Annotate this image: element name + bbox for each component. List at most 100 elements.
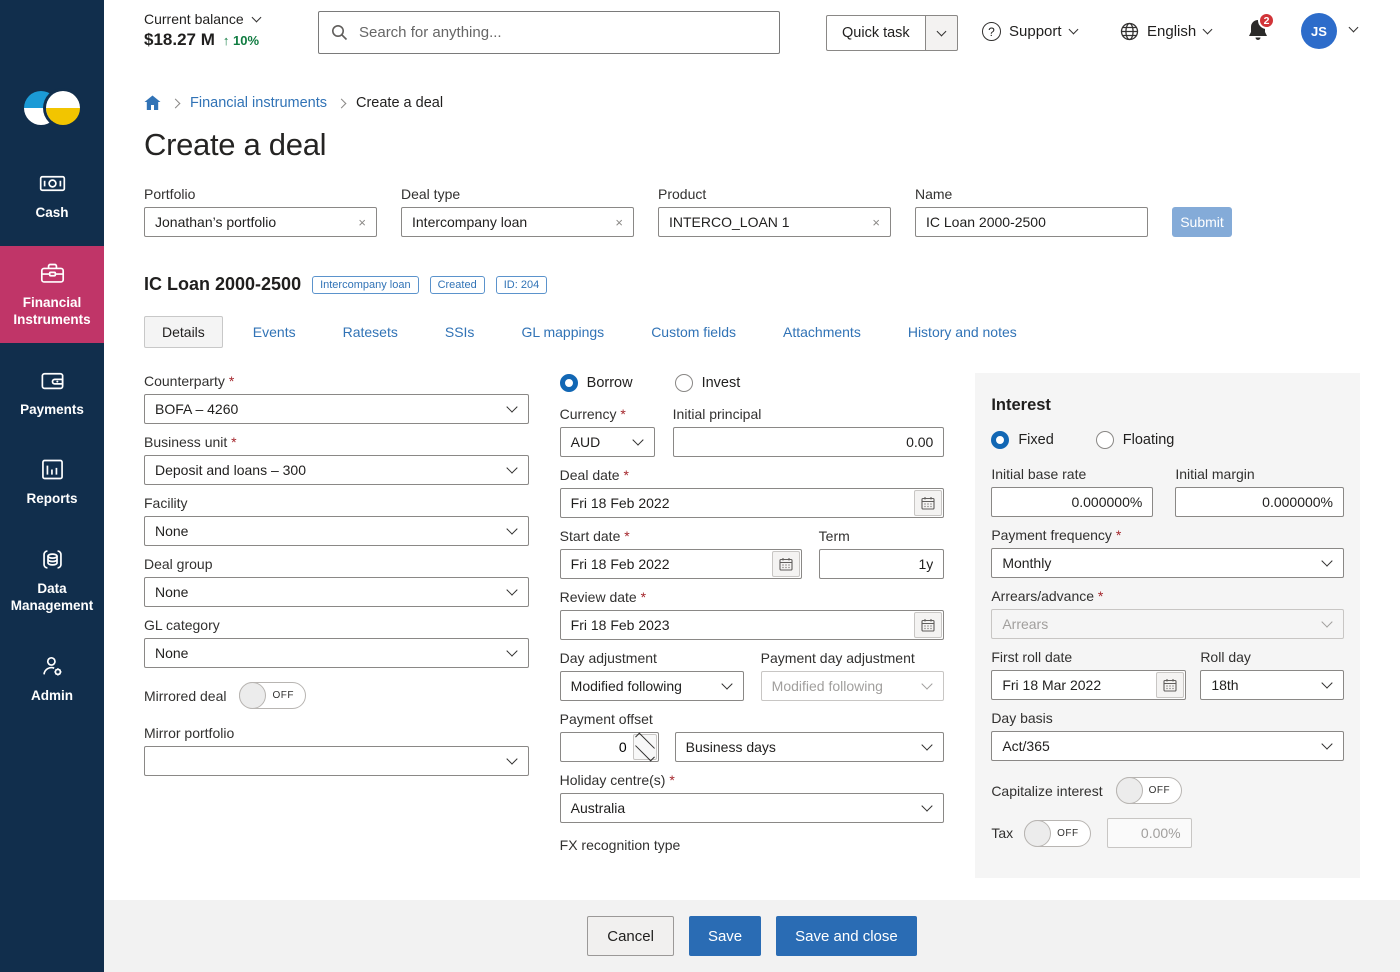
sidebar-nav: Cash Financial Instruments Payments Repo… [0, 156, 104, 718]
cancel-button[interactable]: Cancel [587, 916, 674, 956]
deal-title: IC Loan 2000-2500 [144, 274, 301, 295]
review-date-field: Fri 18 Feb 2023 [560, 610, 945, 640]
deal-date-value[interactable]: Fri 18 Feb 2022 [561, 495, 915, 511]
first-roll-date-value[interactable]: Fri 18 Mar 2022 [992, 677, 1156, 693]
day-basis-select[interactable]: Act/365 [991, 731, 1344, 761]
mirror-portfolio-label: Mirror portfolio [144, 725, 529, 741]
deal-type-combo[interactable]: Intercompany loan [401, 207, 634, 237]
currency-select[interactable]: AUD [560, 427, 655, 457]
payment-day-adjustment-value: Modified following [772, 678, 883, 694]
tab-attachments[interactable]: Attachments [766, 317, 878, 347]
tab-ratesets[interactable]: Ratesets [326, 317, 415, 347]
invest-label: Invest [702, 375, 741, 391]
sidebar-item-label: Financial Instruments [2, 294, 102, 329]
sidebar-item-reports[interactable]: Reports [0, 442, 104, 522]
tax-toggle[interactable]: OFF [1024, 820, 1091, 847]
payment-day-adjustment-select: Modified following [761, 671, 945, 701]
name-input[interactable] [915, 207, 1148, 237]
sidebar-item-data-management[interactable]: Data Management [0, 532, 104, 629]
sidebar-item-cash[interactable]: Cash [0, 156, 104, 236]
tab-details[interactable]: Details [144, 316, 223, 348]
invest-radio[interactable] [675, 374, 693, 392]
status-badge: Created [430, 276, 485, 294]
search-input[interactable] [318, 11, 780, 54]
facility-label: Facility [144, 495, 529, 511]
avatar[interactable]: JS [1301, 13, 1337, 49]
term-input[interactable] [819, 549, 945, 579]
interest-panel: Interest Fixed Floating Initial base rat… [975, 373, 1360, 878]
save-button[interactable]: Save [689, 916, 761, 956]
toggle-knob [1116, 777, 1143, 804]
calendar-icon [921, 618, 935, 632]
balance-dropdown[interactable]: Current balance [144, 11, 260, 27]
breadcrumb-separator-icon [337, 98, 347, 108]
sidebar-item-admin[interactable]: Admin [0, 639, 104, 719]
calendar-button[interactable] [772, 551, 800, 577]
business-unit-select[interactable]: Deposit and loans – 300 [144, 455, 529, 485]
payment-frequency-select[interactable]: Monthly [991, 548, 1344, 578]
mirror-portfolio-select[interactable] [144, 746, 529, 776]
save-and-close-button[interactable]: Save and close [776, 916, 917, 956]
start-date-value[interactable]: Fri 18 Feb 2022 [561, 556, 772, 572]
language-menu[interactable]: English [1120, 22, 1211, 41]
notifications-button[interactable]: 2 [1246, 18, 1270, 44]
submit-button[interactable]: Submit [1172, 207, 1232, 237]
chevron-down-icon [506, 401, 517, 412]
counterparty-select[interactable]: BOFA – 4260 [144, 394, 529, 424]
clear-x-icon[interactable] [613, 215, 625, 230]
page-title: Create a deal [144, 127, 1360, 163]
sidebar-item-financial-instruments[interactable]: Financial Instruments [0, 246, 104, 343]
initial-principal-input[interactable] [673, 427, 945, 457]
sidebar: Cash Financial Instruments Payments Repo… [0, 0, 104, 972]
holiday-centres-select[interactable]: Australia [560, 793, 945, 823]
borrow-radio[interactable] [560, 374, 578, 392]
tab-gl-mappings[interactable]: GL mappings [504, 317, 621, 347]
tab-ssis[interactable]: SSIs [428, 317, 492, 347]
holiday-centres-label: Holiday centre(s) [560, 772, 945, 788]
roll-day-select[interactable]: 18th [1200, 670, 1344, 700]
day-adjustment-label: Day adjustment [560, 650, 744, 666]
fixed-radio[interactable] [991, 431, 1009, 449]
quick-task-dropdown[interactable] [926, 15, 958, 51]
review-date-value[interactable]: Fri 18 Feb 2023 [561, 617, 915, 633]
chevron-down-icon [251, 12, 261, 22]
sidebar-item-label: Data Management [2, 580, 102, 615]
avatar-initials: JS [1311, 24, 1327, 39]
tab-history-and-notes[interactable]: History and notes [891, 317, 1034, 347]
floating-radio[interactable] [1096, 431, 1114, 449]
payment-frequency-value: Monthly [1002, 555, 1051, 571]
calendar-button[interactable] [914, 612, 942, 638]
chevron-down-icon [1203, 25, 1213, 35]
quick-task-button[interactable]: Quick task [826, 15, 926, 51]
profile-menu-chevron-icon[interactable] [1349, 23, 1359, 33]
tab-custom-fields[interactable]: Custom fields [634, 317, 753, 347]
capitalize-interest-toggle[interactable]: OFF [1116, 777, 1183, 804]
gl-category-select[interactable]: None [144, 638, 529, 668]
calendar-button[interactable] [1156, 672, 1184, 698]
product-combo[interactable]: INTERCO_LOAN 1 [658, 207, 891, 237]
breadcrumb-link-financial-instruments[interactable]: Financial instruments [190, 95, 327, 111]
global-search [318, 11, 780, 54]
roll-day-value: 18th [1211, 677, 1238, 693]
deal-group-select[interactable]: None [144, 577, 529, 607]
day-adjustment-select[interactable]: Modified following [560, 671, 744, 701]
sidebar-item-label: Payments [20, 401, 84, 419]
portfolio-combo[interactable]: Jonathan’s portfolio [144, 207, 377, 237]
initial-base-rate-input[interactable] [991, 487, 1153, 517]
clear-x-icon[interactable] [356, 215, 368, 230]
support-menu[interactable]: ? Support [982, 22, 1077, 41]
initial-margin-input[interactable] [1175, 487, 1344, 517]
home-icon[interactable] [144, 95, 161, 111]
sidebar-item-payments[interactable]: Payments [0, 353, 104, 433]
calendar-button[interactable] [914, 490, 942, 516]
current-balance-widget: Current balance $18.27 M 10% [144, 11, 260, 50]
payment-offset-unit-select[interactable]: Business days [675, 732, 945, 762]
clear-x-icon[interactable] [870, 215, 882, 230]
sidebar-item-label: Cash [35, 204, 68, 222]
payment-offset-input[interactable] [561, 739, 633, 755]
mirrored-deal-toggle[interactable]: OFF [239, 682, 306, 709]
deal-type-label: Deal type [401, 186, 634, 202]
tab-events[interactable]: Events [236, 317, 313, 347]
facility-select[interactable]: None [144, 516, 529, 546]
chevron-down-icon [1321, 738, 1332, 749]
